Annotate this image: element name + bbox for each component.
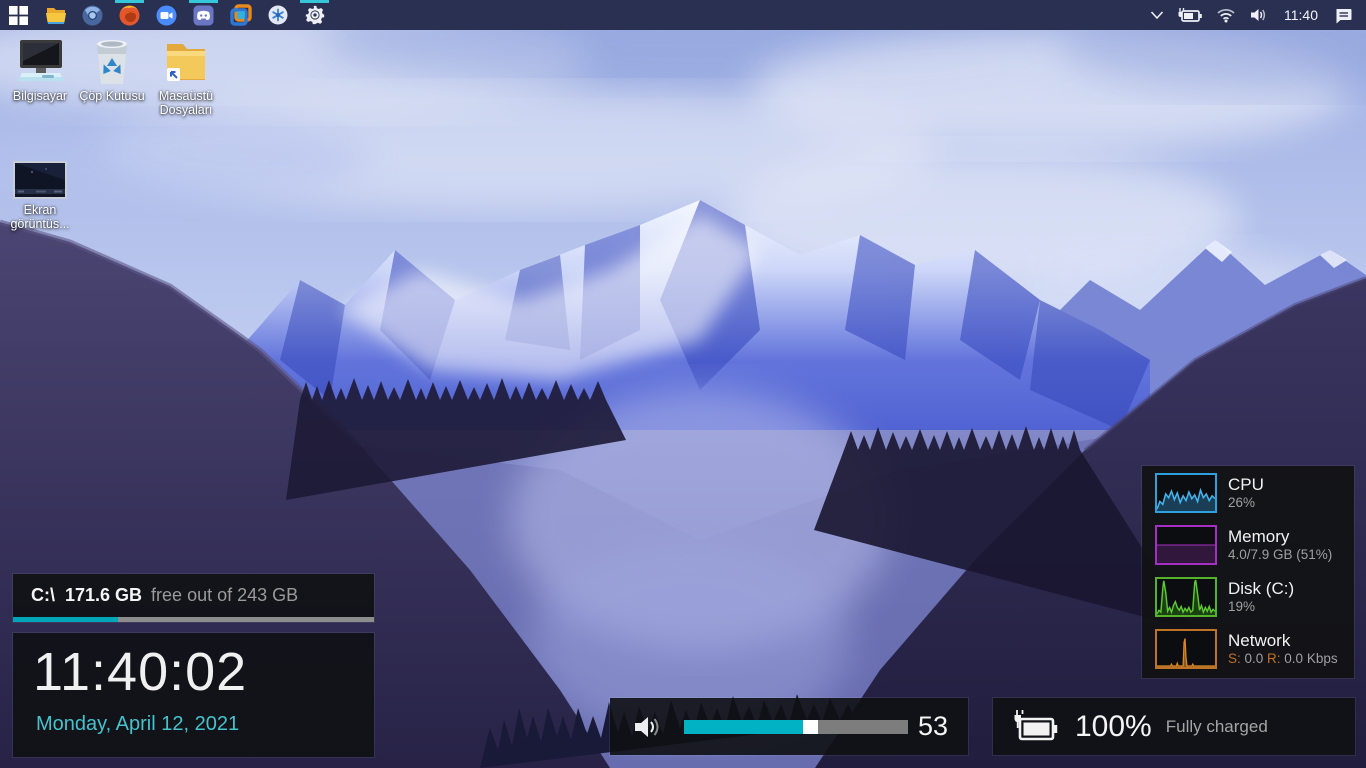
monitor-value: 19% bbox=[1228, 599, 1256, 614]
folder-shortcut-icon bbox=[167, 44, 205, 81]
clock-time: 11:40:02 bbox=[33, 642, 248, 702]
network-sent-value: 0.0 bbox=[1240, 651, 1268, 666]
chromium-browser-icon bbox=[82, 5, 103, 25]
file-explorer-icon bbox=[45, 8, 66, 24]
desktop-icon-label: Çöp Kutusu bbox=[79, 89, 145, 103]
system-monitor-widget[interactable]: CPU 26% Memory 4.0/7.9 GB (51%) Disk (C:… bbox=[1142, 466, 1354, 678]
desktop-icon-screenshot[interactable]: Ekran görüntüs... bbox=[2, 150, 78, 231]
computer-icon bbox=[18, 40, 64, 81]
screenshot-thumbnail-icon bbox=[13, 161, 67, 199]
memory-graph bbox=[1155, 525, 1217, 565]
volume-widget[interactable]: 53 bbox=[610, 698, 968, 755]
battery-widget[interactable]: 100% Fully charged bbox=[993, 698, 1355, 755]
monitor-label: CPU bbox=[1228, 475, 1264, 494]
taskbar-pinned-apps bbox=[0, 0, 333, 30]
clock-widget[interactable]: 11:40:02 Monday, April 12, 2021 bbox=[13, 633, 374, 757]
monitor-row-cpu: CPU 26% bbox=[1142, 468, 1354, 518]
action-center-button[interactable] bbox=[1331, 0, 1356, 30]
firefox-icon bbox=[119, 5, 140, 25]
chevron-down-icon bbox=[1150, 11, 1164, 20]
battery-status: Fully charged bbox=[1165, 716, 1268, 736]
network-recv-label: R: bbox=[1267, 651, 1281, 666]
vmware-button[interactable] bbox=[222, 0, 259, 30]
gear-icon bbox=[305, 5, 324, 25]
tray-volume-button[interactable] bbox=[1246, 0, 1271, 30]
disk-free-text: free out of 243 GB bbox=[151, 585, 299, 605]
disk-bar-fill bbox=[13, 617, 118, 622]
disk-graph bbox=[1155, 577, 1217, 617]
cpu-graph bbox=[1155, 473, 1217, 513]
windows-logo-icon bbox=[9, 5, 28, 25]
firefox-button[interactable] bbox=[111, 0, 148, 30]
tray-time-label: 11:40 bbox=[1284, 7, 1318, 23]
speaker-icon bbox=[635, 716, 659, 737]
battery-charging-icon bbox=[1014, 709, 1058, 740]
battery-charging-icon bbox=[1178, 7, 1202, 22]
zoom-icon bbox=[156, 5, 177, 25]
network-graph bbox=[1155, 629, 1217, 669]
volume-level: 53 bbox=[917, 711, 948, 741]
monitor-row-disk: Disk (C:) 19% bbox=[1142, 572, 1354, 622]
taskbar: 11:40 bbox=[0, 0, 1366, 30]
discord-button[interactable] bbox=[185, 0, 222, 30]
volume-fill bbox=[684, 719, 803, 734]
monitor-value-network: S: 0.0 R: 0.0 Kbps bbox=[1228, 650, 1338, 667]
monitor-value: 26% bbox=[1228, 495, 1256, 510]
disk-widget[interactable]: C:\ 171.6 GB free out of 243 GB bbox=[13, 574, 374, 622]
tray-battery-button[interactable] bbox=[1174, 0, 1206, 30]
settings-active-indicator bbox=[300, 0, 329, 3]
monitor-label: Memory bbox=[1228, 527, 1290, 546]
wifi-icon bbox=[1217, 9, 1235, 23]
tray-chevron-button[interactable] bbox=[1147, 0, 1167, 30]
desktop-icon-label: Bilgisayar bbox=[12, 89, 68, 103]
discord-active-indicator bbox=[189, 0, 218, 3]
system-tray: 11:40 bbox=[1147, 0, 1366, 30]
zoom-button[interactable] bbox=[148, 0, 185, 30]
desktop-icon-recycle-bin[interactable]: Çöp Kutusu bbox=[74, 36, 150, 103]
desktop-icon-label: Masaüstü Dosyaları bbox=[158, 89, 214, 117]
network-recv-value: 0.0 Kbps bbox=[1280, 651, 1338, 666]
discord-icon bbox=[193, 5, 214, 25]
volume-thumb[interactable] bbox=[802, 719, 818, 734]
desktop-icon-computer[interactable]: Bilgisayar bbox=[2, 36, 78, 103]
clock-date: Monday, April 12, 2021 bbox=[36, 713, 240, 735]
sphere-app-button[interactable] bbox=[259, 0, 296, 30]
recycle-bin-icon bbox=[97, 40, 127, 84]
chromium-browser-button[interactable] bbox=[74, 0, 111, 30]
sphere-app-icon bbox=[268, 5, 287, 25]
desktop-icon-label: Ekran görüntüs... bbox=[10, 203, 70, 231]
monitor-value: 4.0/7.9 GB (51%) bbox=[1228, 547, 1333, 562]
settings-button[interactable] bbox=[296, 0, 333, 30]
disk-usage-bar bbox=[13, 617, 374, 622]
monitor-row-network: Network S: 0.0 R: 0.0 Kbps bbox=[1142, 624, 1354, 674]
disk-drive-label: C:\ bbox=[31, 585, 55, 605]
monitor-label: Disk (C:) bbox=[1228, 579, 1295, 598]
monitor-label: Network bbox=[1228, 631, 1291, 650]
desktop-icon-desktop-files[interactable]: Masaüstü Dosyaları bbox=[148, 36, 224, 117]
file-explorer-button[interactable] bbox=[37, 0, 74, 30]
firefox-active-indicator bbox=[115, 0, 144, 3]
start-button[interactable] bbox=[0, 0, 37, 30]
volume-slider[interactable] bbox=[684, 719, 908, 734]
action-center-icon bbox=[1336, 8, 1352, 23]
tray-clock[interactable]: 11:40 bbox=[1278, 0, 1324, 30]
monitor-row-memory: Memory 4.0/7.9 GB (51%) bbox=[1142, 520, 1354, 570]
desktop: 11:40 Bilgisayar Çöp Kutusu Masaüstü Dos… bbox=[0, 0, 1366, 768]
network-sent-label: S: bbox=[1228, 651, 1241, 666]
vmware-icon bbox=[229, 4, 252, 26]
battery-percent: 100% bbox=[1075, 709, 1152, 743]
speaker-icon bbox=[1251, 9, 1266, 21]
disk-free-value: 171.6 GB bbox=[65, 585, 143, 605]
tray-wifi-button[interactable] bbox=[1213, 0, 1239, 30]
